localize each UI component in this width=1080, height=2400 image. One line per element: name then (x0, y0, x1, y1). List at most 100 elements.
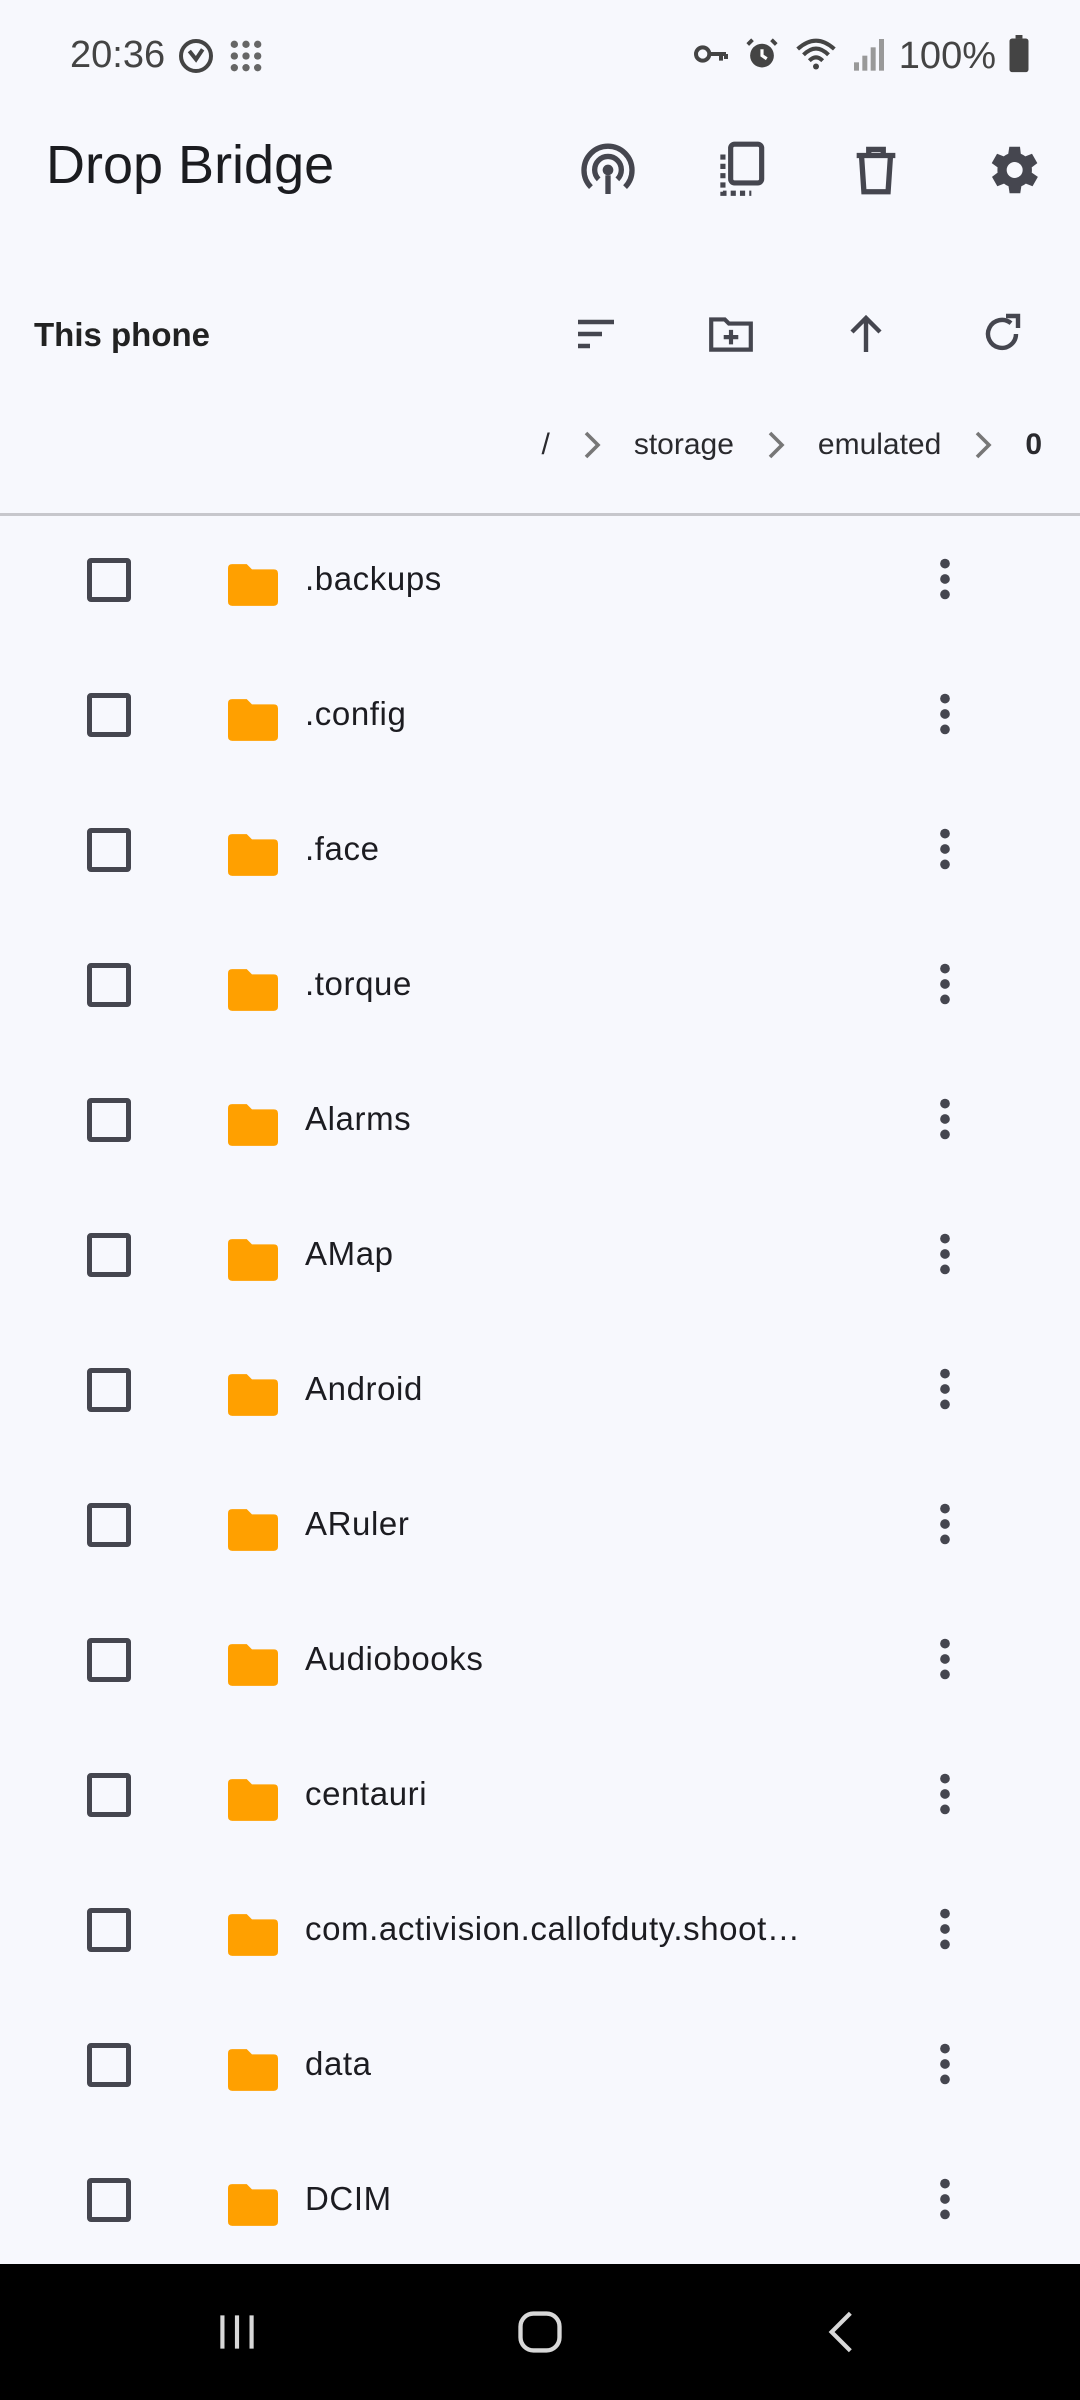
more-options-button[interactable] (920, 1496, 970, 1556)
file-row[interactable]: .face (0, 786, 1080, 921)
back-button[interactable] (802, 2294, 882, 2374)
breadcrumb-root[interactable]: / (537, 428, 553, 462)
recent-apps-icon (212, 2307, 262, 2362)
file-row[interactable]: data (0, 2001, 1080, 2136)
file-row[interactable]: Android (0, 1326, 1080, 1461)
breadcrumb-storage[interactable]: storage (630, 428, 738, 462)
more-options-button[interactable] (920, 2171, 970, 2231)
file-name: .face (305, 830, 380, 867)
select-checkbox[interactable] (87, 1368, 131, 1412)
more-options-button[interactable] (920, 2036, 970, 2096)
delete-button[interactable] (840, 136, 912, 208)
up-arrow-icon (842, 310, 890, 363)
chevron-right-icon (580, 431, 604, 459)
folder-icon (228, 1374, 278, 1421)
broadcast-icon (576, 138, 640, 207)
more-options-button[interactable] (920, 1901, 970, 1961)
file-row[interactable]: .backups (0, 516, 1080, 651)
folder-icon (228, 699, 278, 746)
folder-icon (228, 564, 278, 611)
more-options-button[interactable] (920, 821, 970, 881)
file-name: Audiobooks (305, 1640, 484, 1677)
folder-icon (228, 1779, 278, 1826)
folder-icon (228, 2049, 278, 2096)
parent-directory-button[interactable] (830, 300, 902, 372)
battery-percentage: 100% (898, 35, 996, 77)
wifi-icon (793, 34, 839, 79)
select-checkbox[interactable] (87, 2043, 131, 2087)
file-row[interactable]: Audiobooks (0, 1596, 1080, 1731)
navigation-bar (0, 2264, 1080, 2400)
home-button[interactable] (500, 2294, 580, 2374)
file-name: AMap (305, 1235, 394, 1272)
file-row[interactable]: AMap (0, 1191, 1080, 1326)
more-options-button[interactable] (920, 1361, 970, 1421)
select-checkbox[interactable] (87, 1773, 131, 1817)
refresh-icon (978, 310, 1026, 363)
select-checkbox[interactable] (87, 828, 131, 872)
file-name: centauri (305, 1775, 428, 1812)
more-options-button[interactable] (920, 1766, 970, 1826)
more-vert-icon (938, 1367, 952, 1416)
file-row[interactable]: centauri (0, 1731, 1080, 1866)
location-title: This phone (34, 316, 210, 353)
more-options-button[interactable] (920, 1631, 970, 1691)
file-list[interactable]: .backups .config .face .torque Alarms AMap And… (0, 516, 1080, 2264)
back-icon (817, 2307, 867, 2362)
file-row[interactable]: ARuler (0, 1461, 1080, 1596)
select-checkbox[interactable] (87, 1503, 131, 1547)
status-time: 20:36 (70, 34, 166, 76)
file-name: DCIM (305, 2180, 392, 2217)
new-folder-icon (706, 309, 756, 364)
file-row[interactable]: Alarms (0, 1056, 1080, 1191)
delete-icon (847, 141, 905, 204)
select-checkbox[interactable] (87, 558, 131, 602)
select-checkbox[interactable] (87, 1098, 131, 1142)
file-row[interactable]: .config (0, 651, 1080, 786)
more-options-button[interactable] (920, 956, 970, 1016)
copy-icon (710, 139, 772, 206)
file-name: ARuler (305, 1505, 410, 1542)
breadcrumb-emulated[interactable]: emulated (814, 428, 945, 462)
do-not-disturb-icon (176, 36, 216, 81)
broadcast-button[interactable] (572, 136, 644, 208)
folder-icon (228, 969, 278, 1016)
more-vert-icon (938, 1637, 952, 1686)
select-checkbox[interactable] (87, 1908, 131, 1952)
file-row[interactable]: .torque (0, 921, 1080, 1056)
more-options-button[interactable] (920, 1091, 970, 1151)
file-row[interactable]: DCIM (0, 2136, 1080, 2264)
select-checkbox[interactable] (87, 2178, 131, 2222)
folder-icon (228, 1239, 278, 1286)
file-name: .backups (305, 560, 442, 597)
more-vert-icon (938, 1772, 952, 1821)
vpn-key-icon (691, 34, 731, 79)
new-folder-button[interactable] (695, 300, 767, 372)
copy-button[interactable] (705, 136, 777, 208)
sort-button[interactable] (560, 300, 632, 372)
more-options-button[interactable] (920, 1226, 970, 1286)
select-checkbox[interactable] (87, 1233, 131, 1277)
file-name: com.activision.callofduty.shoot… (305, 1910, 801, 1947)
select-checkbox[interactable] (87, 963, 131, 1007)
alarm-icon (743, 35, 781, 78)
battery-icon (1008, 35, 1030, 78)
more-vert-icon (938, 962, 952, 1011)
more-options-button[interactable] (920, 686, 970, 746)
status-bar: 20:36 100% (0, 0, 1080, 120)
folder-icon (228, 1914, 278, 1961)
home-icon (514, 2306, 566, 2363)
file-name: Alarms (305, 1100, 412, 1137)
more-options-button[interactable] (920, 551, 970, 611)
select-checkbox[interactable] (87, 693, 131, 737)
app-grid-icon (226, 36, 266, 81)
settings-button[interactable] (976, 136, 1048, 208)
file-name: Android (305, 1370, 423, 1407)
more-vert-icon (938, 1502, 952, 1551)
breadcrumb-current[interactable]: 0 (1021, 428, 1046, 462)
more-vert-icon (938, 1907, 952, 1956)
file-row[interactable]: com.activision.callofduty.shoot… (0, 1866, 1080, 2001)
refresh-button[interactable] (966, 300, 1038, 372)
select-checkbox[interactable] (87, 1638, 131, 1682)
recent-apps-button[interactable] (197, 2294, 277, 2374)
